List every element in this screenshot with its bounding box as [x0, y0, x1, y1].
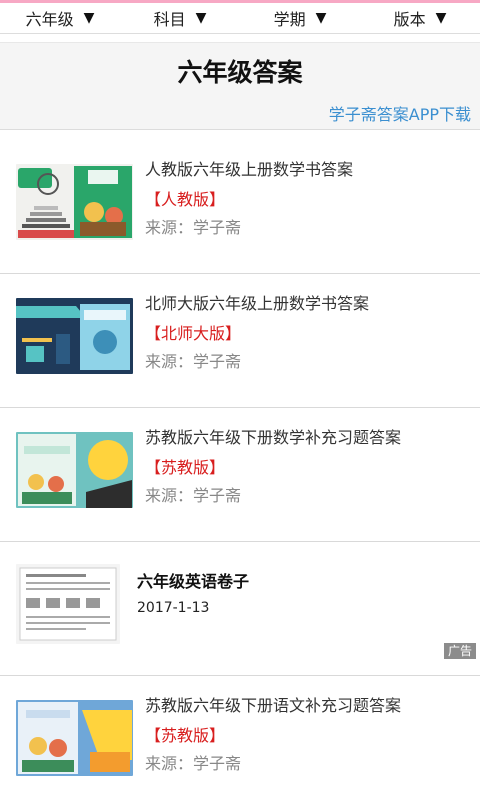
- page-header: 六年级答案 学子斋答案APP下载: [0, 42, 480, 130]
- book-cover-thumbnail: [16, 298, 133, 374]
- filter-bar: 六年级 ▼ 科目 ▼ 学期 ▼ 版本 ▼: [0, 3, 480, 34]
- spacer: [0, 34, 480, 42]
- book-cover-thumbnail: [16, 700, 133, 776]
- item-source: 来源：学子斋: [145, 754, 242, 773]
- book-cover-image: [16, 164, 133, 240]
- filter-edition[interactable]: 版本 ▼: [360, 3, 480, 33]
- page: 六年级 ▼ 科目 ▼ 学期 ▼ 版本 ▼ 六年级答案 学子斋答案APP下载 人教…: [0, 0, 480, 800]
- filter-term-label: 学期: [273, 10, 306, 29]
- app-download-link[interactable]: 学子斋答案APP下载: [329, 101, 471, 125]
- caret-down-icon: ▼: [435, 10, 447, 26]
- item-source: 来源：学子斋: [145, 218, 242, 237]
- edition-tag: 【人教版】: [145, 190, 226, 209]
- worksheet-image: [16, 564, 120, 644]
- ad-list-item[interactable]: 六年级英语卷子 2017-1-13 广告: [0, 542, 480, 676]
- ad-date: 2017-1-13: [137, 600, 210, 616]
- book-cover-image: [16, 432, 133, 508]
- item-title: 苏教版六年级下册数学补充习题答案: [145, 428, 402, 447]
- answer-list: 人教版六年级上册数学书答案 【人教版】 来源：学子斋 北师大版六年级上册数学书答…: [0, 140, 480, 800]
- item-source: 来源：学子斋: [145, 486, 242, 505]
- edition-tag: 【苏教版】: [145, 458, 226, 477]
- item-title: 北师大版六年级上册数学书答案: [145, 294, 370, 313]
- list-item[interactable]: 人教版六年级上册数学书答案 【人教版】 来源：学子斋: [0, 140, 480, 274]
- filter-term[interactable]: 学期 ▼: [240, 3, 360, 33]
- item-source: 来源：学子斋: [145, 352, 242, 371]
- list-item[interactable]: 苏教版六年级下册数学补充习题答案 【苏教版】 来源：学子斋: [0, 408, 480, 542]
- filter-edition-label: 版本: [393, 10, 426, 29]
- ad-thumbnail: [16, 564, 120, 644]
- caret-down-icon: ▼: [315, 10, 327, 26]
- caret-down-icon: ▼: [195, 10, 207, 26]
- item-title: 苏教版六年级下册语文补充习题答案: [145, 696, 402, 715]
- book-cover-image: [16, 700, 133, 776]
- edition-tag: 【苏教版】: [145, 726, 226, 745]
- book-cover-thumbnail: [16, 164, 133, 240]
- edition-tag: 【北师大版】: [145, 324, 242, 343]
- filter-subject[interactable]: 科目 ▼: [120, 3, 240, 33]
- ad-title: 六年级英语卷子: [137, 572, 250, 591]
- ad-badge: 广告: [443, 643, 476, 659]
- item-title: 人教版六年级上册数学书答案: [145, 160, 354, 179]
- page-title: 六年级答案: [177, 58, 303, 87]
- filter-grade[interactable]: 六年级 ▼: [0, 3, 120, 33]
- caret-down-icon: ▼: [83, 10, 95, 26]
- book-cover-thumbnail: [16, 432, 133, 508]
- filter-grade-label: 六年级: [25, 10, 74, 29]
- list-item[interactable]: 北师大版六年级上册数学书答案 【北师大版】 来源：学子斋: [0, 274, 480, 408]
- book-cover-image: [16, 298, 133, 374]
- list-item[interactable]: 苏教版六年级下册语文补充习题答案 【苏教版】 来源：学子斋: [0, 676, 480, 800]
- filter-subject-label: 科目: [153, 10, 186, 29]
